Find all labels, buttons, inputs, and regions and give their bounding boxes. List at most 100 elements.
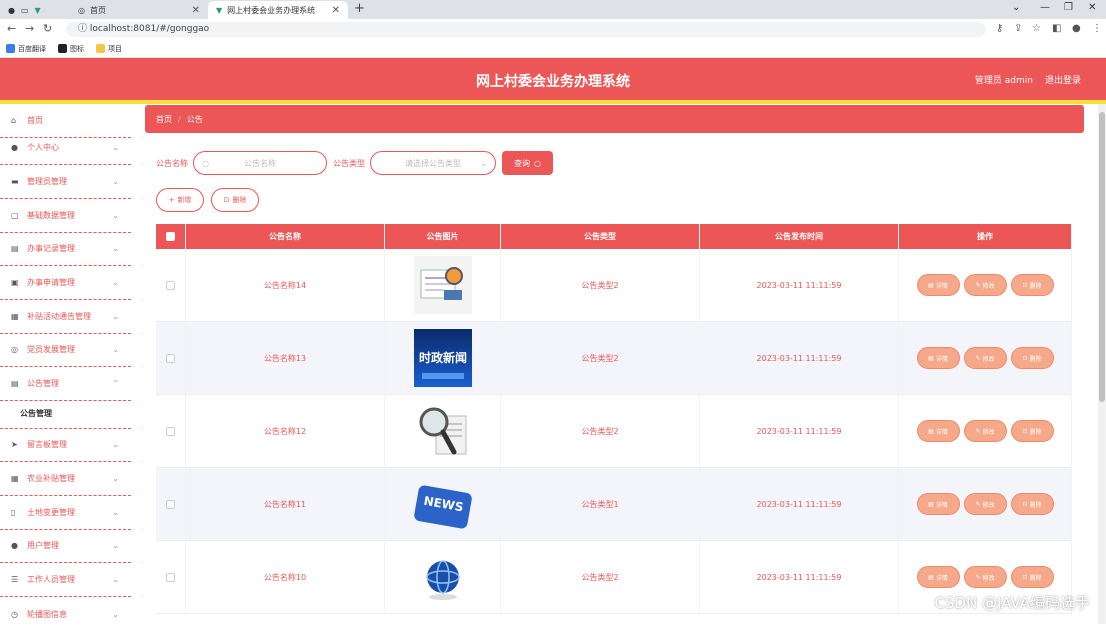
edit-button[interactable]: ✎ 修改 <box>963 566 1007 588</box>
back-icon[interactable]: ← <box>7 22 16 35</box>
tab-search-icon[interactable]: ⌄ <box>1012 2 1020 13</box>
search-button[interactable]: 查询 ○ <box>502 151 553 175</box>
vue-icon: ▼ <box>34 5 41 15</box>
edit-button[interactable]: ✎ 修改 <box>963 274 1007 296</box>
sidebar-item-agri-subsidy[interactable]: ▦ 农业补贴管理 ⌄ <box>0 462 131 496</box>
sidebar-item-notice[interactable]: ▤ 公告管理 ⌃ <box>0 367 131 401</box>
sidebar-item-subsidy-notice[interactable]: ▦ 补贴活动通告管理 ⌄ <box>0 300 131 334</box>
sidebar-item-users[interactable]: ● 用户管理 ⌄ <box>0 529 131 563</box>
column-header[interactable]: 公告发布时间 <box>700 224 899 249</box>
sidebar-item-admin[interactable]: ▬ 管理员管理 ⌄ <box>0 165 131 199</box>
politics-news-image[interactable]: 时政新闻 <box>413 329 472 387</box>
sidebar-item-message-board[interactable]: ➤ 留言板管理 ⌄ <box>0 428 131 462</box>
type-select[interactable]: 请选择公告类型 ⌄ <box>370 151 496 175</box>
profile-icon[interactable]: ● <box>1072 23 1081 34</box>
edit-button[interactable]: ✎ 修改 <box>963 420 1007 442</box>
home-icon: ⌂ <box>11 116 17 125</box>
detail-button[interactable]: ▤ 详情 <box>916 566 960 588</box>
app-header: 网上村委会业务办理系统 管理员 admin 退出登录 <box>0 58 1106 100</box>
sidebar-item-records[interactable]: ▤ 办事记录管理 ⌄ <box>0 232 131 266</box>
detail-button[interactable]: ▤ 详情 <box>916 420 960 442</box>
search-icon: ○ <box>534 158 541 168</box>
window-close-icon[interactable]: ✕ <box>1088 2 1096 13</box>
sidebar-item-carousel[interactable]: ◷ 轮播图信息 ⌄ <box>0 597 131 631</box>
browser-tab-active[interactable]: ▼ 网上村委会业务办理系统 ✕ <box>208 1 348 19</box>
row-delete-button[interactable]: ⊡ 删除 <box>1010 493 1054 515</box>
sidebar-item-land-change[interactable]: ▯ 土地变更管理 ⌄ <box>0 496 131 530</box>
scrollbar-thumb[interactable] <box>1099 112 1105 402</box>
send-icon: ➤ <box>11 440 18 449</box>
breadcrumb-home[interactable]: 首页 <box>156 114 172 125</box>
delete-button-label: 删除 <box>232 196 247 204</box>
notice-time: 2023-03-11 11:11:59 <box>700 249 899 321</box>
row-delete-button[interactable]: ⊡ 删除 <box>1010 347 1054 369</box>
row-delete-button[interactable]: ⊡ 删除 <box>1010 420 1054 442</box>
news-paper-image[interactable] <box>413 256 472 314</box>
detail-button[interactable]: ▤ 详情 <box>916 274 960 296</box>
close-icon[interactable]: ✕ <box>332 5 340 16</box>
notice-type: 公告类型2 <box>501 395 700 467</box>
logout-link[interactable]: 退出登录 <box>1045 73 1081 86</box>
pinned-tabs[interactable]: ● ▭ ▼ <box>4 1 64 19</box>
sidebar-item-personal[interactable]: ● 个人中心 ⌄ <box>0 131 131 165</box>
close-icon[interactable]: ✕ <box>192 5 200 16</box>
globe-news-image[interactable] <box>413 548 472 606</box>
row-delete-button[interactable]: ⊡ 删除 <box>1010 566 1054 588</box>
chevron-down-icon: ⌄ <box>112 474 119 483</box>
column-header[interactable]: 公告名称 <box>186 224 385 249</box>
url-field[interactable]: ⓘ localhost:8081/#/gonggao <box>66 22 986 37</box>
bookmark-item[interactable]: 项目 <box>96 44 122 54</box>
sidebar-item-label: 农业补贴管理 <box>27 474 75 483</box>
chevron-down-icon: ⌄ <box>112 609 119 619</box>
browser-tab-home[interactable]: ◎ 首页 ✕ <box>72 1 208 19</box>
news-key-image[interactable]: NEWS <box>413 475 472 533</box>
sidebar-item-basic-data[interactable]: ▢ 基础数据管理 ⌄ <box>0 199 131 233</box>
row-delete-button[interactable]: ⊡ 删除 <box>1010 274 1054 296</box>
sidebar-subitem-notice[interactable]: 公告管理 <box>0 399 131 429</box>
more-icon[interactable]: ⋮ <box>1092 23 1102 34</box>
reload-icon[interactable]: ↻ <box>43 22 52 35</box>
sidebar-item-staff[interactable]: ☰ 工作人员管理 ⌄ <box>0 563 131 597</box>
column-header[interactable]: 公告类型 <box>501 224 700 249</box>
doc-icon: ▤ <box>928 281 934 289</box>
sidebar-item-label: 办事记录管理 <box>27 244 75 253</box>
sidepanel-icon[interactable]: ◧ <box>1052 23 1061 34</box>
row-checkbox[interactable] <box>166 572 175 582</box>
magnifier-news-image[interactable] <box>413 402 472 460</box>
add-button[interactable]: + 新增 <box>156 188 204 212</box>
sidebar-item-party[interactable]: ◎ 党员发展管理 ⌄ <box>0 333 131 367</box>
minimize-icon[interactable]: — <box>1040 2 1050 13</box>
chevron-down-icon: ⌄ <box>112 278 119 287</box>
row-checkbox[interactable] <box>166 280 175 290</box>
edit-button[interactable]: ✎ 修改 <box>963 493 1007 515</box>
table-row: 公告名称13 时政新闻 公告类型2 2023-03-11 11:11:59 ▤ 详… <box>156 322 1072 395</box>
svg-text:时政新闻: 时政新闻 <box>418 350 466 365</box>
restore-icon[interactable]: ❐ <box>1064 2 1073 13</box>
detail-button[interactable]: ▤ 详情 <box>916 493 960 515</box>
share-icon[interactable]: ⇪ <box>1014 23 1022 34</box>
sidebar-item-applications[interactable]: ▣ 办事申请管理 ⌄ <box>0 266 131 300</box>
delete-button[interactable]: ⊡ 删除 <box>211 188 259 212</box>
notice-time: 2023-03-11 11:11:59 <box>700 322 899 394</box>
chevron-down-icon: ⌄ <box>112 575 119 584</box>
new-tab-icon[interactable]: + <box>354 1 365 16</box>
column-header: 操作 <box>899 224 1072 249</box>
star-icon[interactable]: ☆ <box>1032 23 1041 34</box>
row-checkbox[interactable] <box>166 426 175 436</box>
row-checkbox[interactable] <box>166 353 175 363</box>
bookmark-label: 项目 <box>108 44 122 53</box>
key-icon[interactable]: ⚷ <box>996 23 1003 34</box>
forward-icon[interactable]: → <box>25 22 34 35</box>
detail-button[interactable]: ▤ 详情 <box>916 347 960 369</box>
select-all-checkbox[interactable] <box>166 232 175 241</box>
bookmark-item[interactable]: 百度翻译 <box>6 44 46 54</box>
browser-tab-bar: ● ▭ ▼ ◎ 首页 ✕ ▼ 网上村委会业务办理系统 ✕ + ⌄ — ❐ ✕ <box>0 0 1106 19</box>
search-icon: ○ <box>202 158 209 168</box>
edit-button[interactable]: ✎ 修改 <box>963 347 1007 369</box>
add-button-label: 新增 <box>177 196 192 204</box>
bookmark-item[interactable]: 图标 <box>58 44 84 54</box>
name-search-input[interactable]: ○ 公告名称 <box>193 151 327 175</box>
action-buttons: + 新增 ⊡ 删除 <box>156 188 259 212</box>
row-checkbox[interactable] <box>166 499 175 509</box>
page-scrollbar[interactable] <box>1098 104 1106 624</box>
